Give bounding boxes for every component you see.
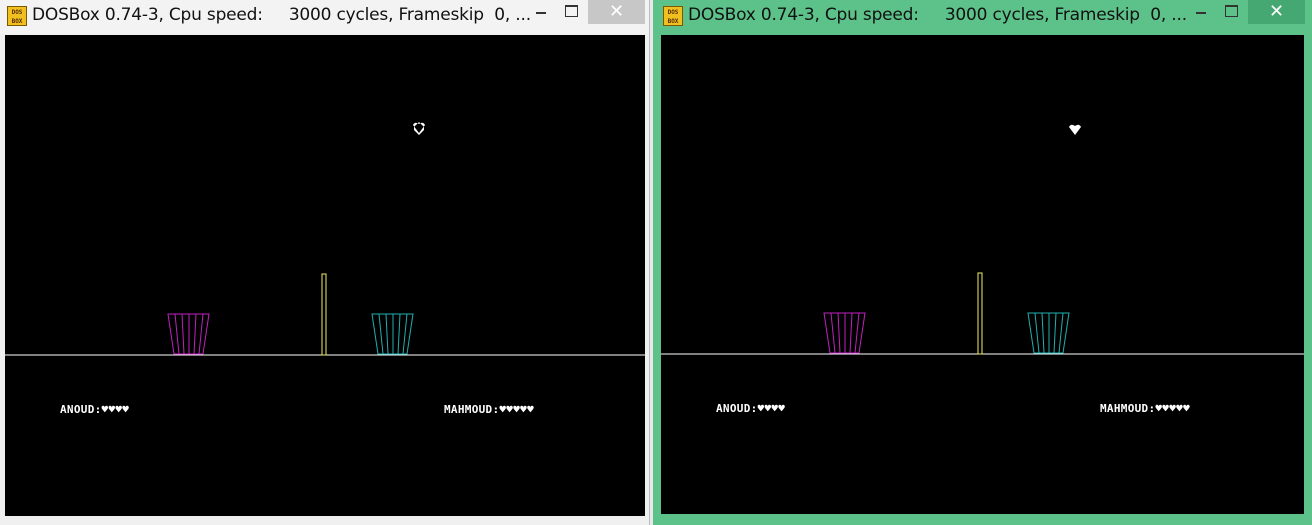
maximize-button[interactable] [1215, 0, 1247, 24]
player1-score: ANOUD:♥♥♥♥ [716, 402, 786, 415]
player2-score: MAHMOUD:♥♥♥♥♥ [1100, 402, 1190, 415]
falling-heart-icon [1069, 124, 1081, 135]
minimize-button[interactable] [1185, 0, 1217, 24]
close-icon: ✕ [608, 1, 625, 22]
close-icon: ✕ [1268, 1, 1285, 22]
dosbox-window-right[interactable]: DOS BOX DOSBox 0.74-3, Cpu speed: 3000 c… [653, 0, 1312, 525]
minimize-button[interactable] [525, 0, 557, 24]
center-pole [321, 273, 327, 356]
title-bar[interactable]: DOS BOX DOSBox 0.74-3, Cpu speed: 3000 c… [653, 0, 1312, 34]
maximize-icon [1224, 5, 1238, 17]
dosbox-icon[interactable]: DOS BOX [663, 6, 683, 26]
falling-heart-icon [413, 122, 425, 135]
window-title: DOSBox 0.74-3, Cpu speed: 3000 cycles, F… [688, 5, 1187, 25]
basket-left [167, 313, 210, 355]
maximize-button[interactable] [555, 0, 587, 24]
close-button[interactable]: ✕ [1248, 0, 1305, 24]
game-canvas [5, 122, 645, 356]
title-bar[interactable]: DOS BOX DOSBox 0.74-3, Cpu speed: 3000 c… [0, 0, 649, 34]
basket-right [371, 313, 414, 355]
minimize-icon [1196, 12, 1206, 14]
minimize-icon [536, 12, 546, 14]
game-screen[interactable]: ANOUD:♥♥♥♥ MAHMOUD:♥♥♥♥♥ [661, 35, 1304, 514]
game-screen[interactable]: ANOUD:♥♥♥♥ MAHMOUD:♥♥♥♥♥ [5, 35, 645, 516]
basket-left [823, 312, 866, 354]
player1-score: ANOUD:♥♥♥♥ [60, 403, 130, 416]
window-title: DOSBox 0.74-3, Cpu speed: 3000 cycles, F… [32, 5, 531, 25]
dosbox-window-left[interactable]: DOS BOX DOSBox 0.74-3, Cpu speed: 3000 c… [0, 0, 650, 525]
game-canvas [661, 124, 1304, 355]
dosbox-icon[interactable]: DOS BOX [7, 6, 27, 26]
close-button[interactable]: ✕ [588, 0, 645, 24]
center-pole [977, 272, 983, 355]
basket-right [1027, 312, 1070, 354]
player2-score: MAHMOUD:♥♥♥♥♥ [444, 403, 534, 416]
maximize-icon [564, 5, 578, 17]
